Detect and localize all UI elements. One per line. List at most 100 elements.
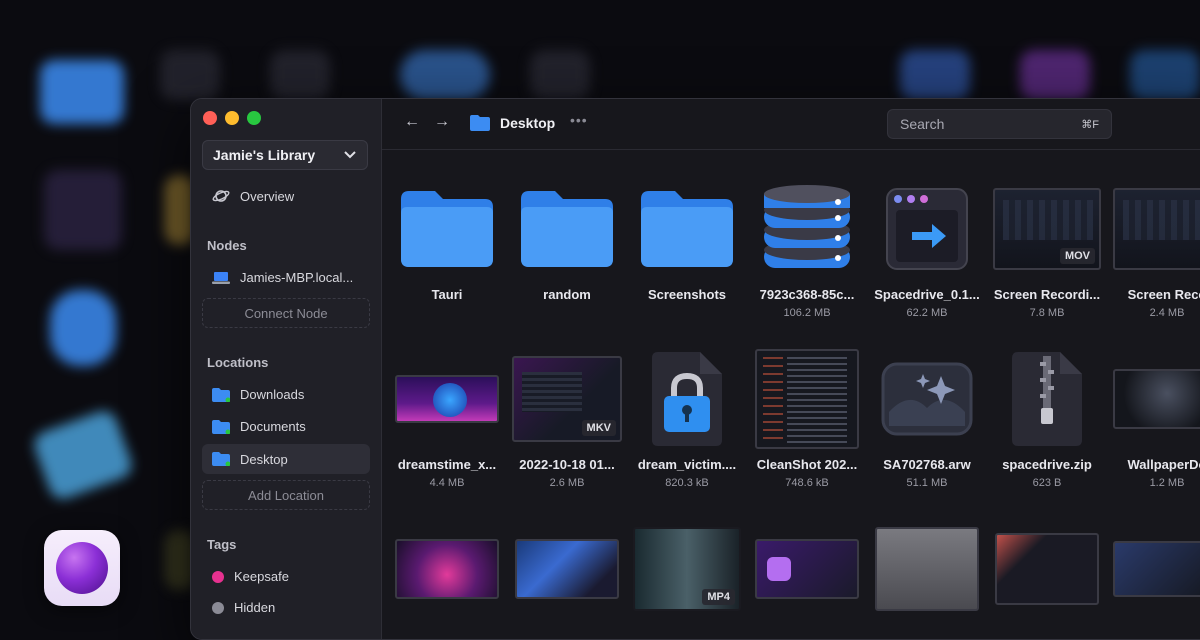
folder-icon [212,452,230,466]
file-tile[interactable] [512,519,622,619]
image-thumbnail [515,539,619,599]
sidebar-item-label: Downloads [240,387,305,402]
folder-icon [641,191,733,267]
sidebar-item-tag-hidden[interactable]: Hidden [212,600,275,615]
tag-dot-icon [212,570,224,583]
file-name: Screen Reco [1127,287,1200,302]
file-tile[interactable]: MOV Screen Recordi... 7.8 MB [992,179,1102,319]
file-size: 4.4 MB [429,477,465,489]
file-tile[interactable]: Spacedrive_0.1... 62.2 MB [872,179,982,319]
file-name: dream_victim.... [637,457,737,472]
sidebar-item-label: Hidden [234,600,276,615]
laptop-icon [212,271,230,284]
sidebar-item-label: Keepsafe [234,569,289,584]
folder-icon [212,419,230,434]
video-format-badge: MOV [1059,248,1095,264]
add-location-button[interactable]: Add Location [202,480,370,510]
file-tile[interactable]: random [512,179,622,302]
nodes-heading: Nodes [207,238,247,253]
raw-image-icon [881,362,973,436]
file-name: Tauri [431,287,463,302]
image-thumbnail [1113,369,1200,429]
video-thumbnail: MP4 [633,527,741,611]
file-tile[interactable]: CleanShot 202... 748.6 kB [752,349,862,489]
main-pane: ← → Desktop ••• Search ⌘F Tauri random S… [382,99,1200,639]
file-name: dreamstime_x... [397,457,497,472]
sidebar-item-node[interactable]: Jamies-MBP.local... [212,270,353,285]
file-size: 7.8 MB [1029,307,1065,319]
library-name: Jamie's Library [213,147,316,163]
sidebar-item-label: Documents [240,419,306,434]
search-placeholder: Search [900,116,945,132]
file-tile[interactable]: 7923c368-85c... 106.2 MB [752,179,862,319]
file-size: 51.1 MB [906,477,948,489]
database-icon [764,185,850,268]
tag-dot-icon [212,601,224,614]
file-tile[interactable]: Screen Reco 2.4 MB [1112,179,1200,319]
app-window: Jamie's Library Overview Nodes Jamies-MB… [190,98,1200,640]
file-tile[interactable]: dream_victim.... 820.3 kB [632,349,742,489]
image-thumbnail [395,539,499,599]
image-thumbnail [755,539,859,599]
file-size: 106.2 MB [783,307,831,319]
minimize-button[interactable] [225,111,239,125]
video-thumbnail: MKV [512,356,622,442]
search-shortcut: ⌘F [1081,118,1099,131]
zip-file-icon [1012,352,1082,446]
sidebar-item-downloads[interactable]: Downloads [212,387,304,402]
video-thumbnail [1113,188,1200,270]
file-tile[interactable]: SA702768.arw 51.1 MB [872,349,982,489]
breadcrumb[interactable]: Desktop [470,115,555,131]
file-tile[interactable] [392,519,502,619]
lock-file-icon [652,352,722,446]
more-options-icon[interactable]: ••• [570,112,588,128]
file-name: SA702768.arw [883,457,971,472]
file-tile[interactable]: Screenshots [632,179,742,302]
file-tile[interactable]: dreamstime_x... 4.4 MB [392,349,502,489]
file-size: 1.2 MB [1149,477,1185,489]
file-tile[interactable] [1112,519,1200,619]
zoom-button[interactable] [247,111,261,125]
file-name: Screenshots [647,287,727,302]
file-tile[interactable]: Tauri [392,179,502,302]
image-thumbnail [755,349,859,449]
file-name: Screen Recordi... [993,287,1101,302]
app-installer-icon [886,188,968,270]
sidebar-item-overview[interactable]: Overview [212,187,294,205]
chevron-down-icon [344,151,356,159]
file-name: 2022-10-18 01... [519,457,615,472]
search-input[interactable]: Search ⌘F [887,109,1112,139]
close-button[interactable] [203,111,217,125]
file-size: 820.3 kB [665,477,709,489]
file-tile[interactable] [752,519,862,619]
file-size: 62.2 MB [906,307,948,319]
sidebar-item-desktop[interactable]: Desktop [202,444,370,474]
file-tile[interactable]: WallpaperDo 1.2 MB [1112,349,1200,489]
file-tile[interactable]: MKV 2022-10-18 01... 2.6 MB [512,349,622,489]
tags-heading: Tags [207,537,237,552]
file-name: Spacedrive_0.1... [874,287,980,302]
file-tile[interactable]: spacedrive.zip 623 B [992,349,1102,489]
image-thumbnail [395,375,499,423]
connect-node-button[interactable]: Connect Node [202,298,370,328]
planet-icon [212,190,230,202]
sidebar-item-label: Jamies-MBP.local... [240,270,354,285]
back-button[interactable]: ← [404,113,420,131]
folder-icon [212,387,230,402]
forward-button[interactable]: → [434,113,450,131]
image-thumbnail [1113,541,1200,597]
file-name: 7923c368-85c... [759,287,855,302]
video-format-badge: MP4 [702,589,735,605]
spacedrive-app-icon[interactable] [44,530,120,606]
file-tile[interactable] [872,519,982,619]
sidebar-item-tag-keepsafe[interactable]: Keepsafe [212,569,289,584]
sidebar-item-label: Desktop [240,451,288,467]
image-thumbnail [875,527,979,611]
library-selector[interactable]: Jamie's Library [202,140,368,170]
sidebar-item-documents[interactable]: Documents [212,419,306,434]
file-tile[interactable]: MP4 [632,519,742,619]
folder-icon [470,115,490,131]
file-tile[interactable] [992,519,1102,619]
file-size: 748.6 kB [785,477,829,489]
image-thumbnail [995,533,1099,605]
